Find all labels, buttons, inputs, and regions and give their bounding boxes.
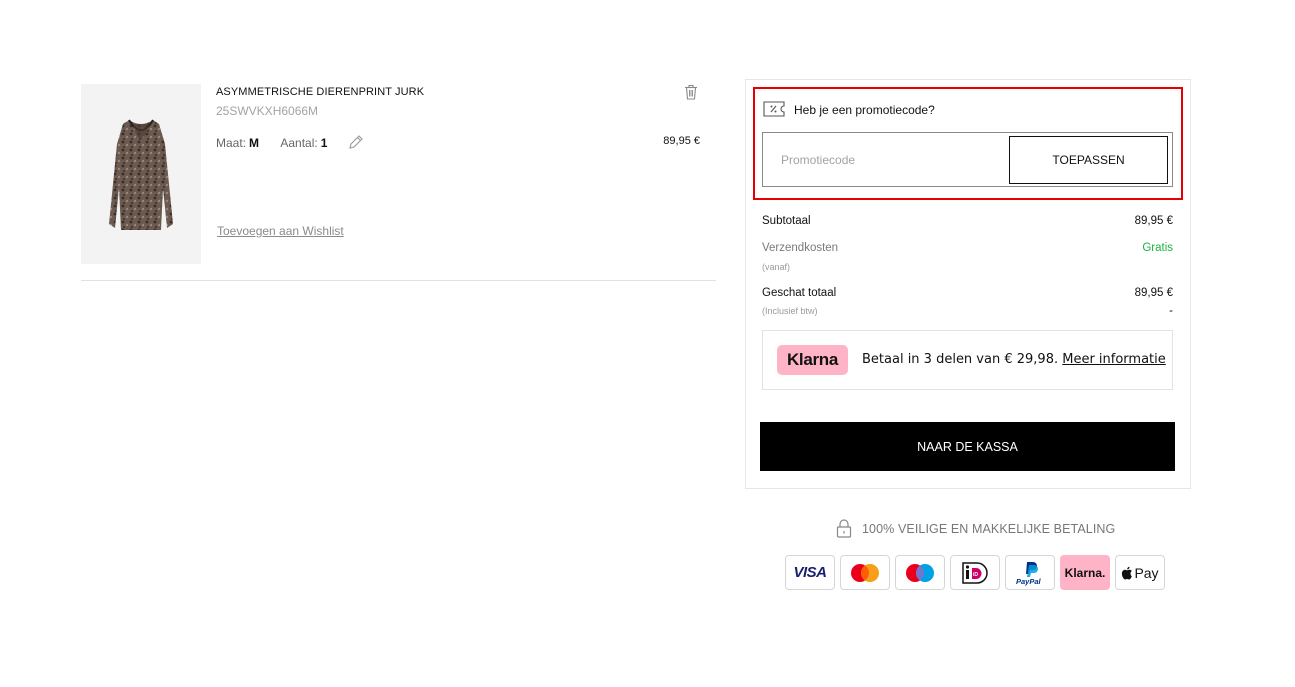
edit-icon[interactable] — [347, 133, 365, 151]
klarna-installment-text: Betaal in 3 delen van € 29,98. — [862, 352, 1063, 367]
add-to-wishlist-link[interactable]: Toevoegen aan Wishlist — [217, 224, 344, 238]
visa-label: VISA — [793, 564, 827, 581]
trash-icon[interactable] — [684, 84, 698, 100]
tax-value: - — [1169, 305, 1173, 317]
subtotal-label: Subtotaal — [762, 215, 811, 227]
apply-promo-button[interactable]: TOEPASSEN — [1009, 136, 1168, 184]
paypal-icon: PayPal — [1005, 555, 1055, 590]
checkout-button[interactable]: NAAR DE KASSA — [760, 422, 1175, 471]
shipping-value: Gratis — [1142, 242, 1173, 254]
klarna-more-info-link[interactable]: Meer informatie — [1062, 352, 1166, 367]
product-sku: 25SWVKXH6066M — [216, 104, 319, 118]
svg-text:iD: iD — [973, 572, 978, 578]
payment-methods: VISA iD PayPal Klarna. Pay — [785, 555, 1165, 590]
size-value: M — [249, 136, 260, 150]
secure-payment-text: 100% VEILIGE EN MAKKELIJKE BETALING — [862, 522, 1116, 536]
klarna-payment-label: Klarna. — [1064, 565, 1106, 580]
maestro-icon — [895, 555, 945, 590]
klarna-logo: Klarna — [777, 345, 848, 375]
total-value: 89,95 € — [1134, 287, 1173, 299]
ideal-icon: iD — [950, 555, 1000, 590]
klarna-text: Betaal in 3 delen van € 29,98. Meer info… — [862, 352, 1166, 367]
promo-code-input[interactable] — [763, 133, 1007, 186]
shipping-label: Verzendkosten — [762, 242, 839, 254]
product-attributes: Maat: M Aantal: 1 — [216, 136, 327, 150]
total-label: Geschat totaal — [762, 287, 837, 299]
klarna-payment-icon: Klarna. — [1060, 555, 1110, 590]
quantity-label: Aantal: — [280, 136, 318, 150]
svg-text:PayPal: PayPal — [1016, 577, 1042, 586]
product-name[interactable]: ASYMMETRISCHE DIERENPRINT JURK — [216, 86, 424, 98]
promo-title: Heb je een promotiecode? — [794, 103, 935, 117]
visa-icon: VISA — [785, 555, 835, 590]
total-sublabel: (Inclusief btw) — [762, 306, 818, 316]
quantity-value: 1 — [320, 136, 328, 150]
mastercard-icon — [840, 555, 890, 590]
divider — [81, 280, 716, 281]
subtotal-value: 89,95 € — [1134, 215, 1173, 227]
lock-icon — [836, 518, 852, 538]
apple-pay-label: Pay — [1134, 564, 1159, 581]
apple-pay-icon: Pay — [1115, 555, 1165, 590]
shipping-sublabel: (vanaf) — [762, 262, 791, 272]
product-price: 89,95 € — [663, 135, 700, 147]
product-image[interactable] — [81, 84, 201, 264]
size-label: Maat: — [216, 136, 247, 150]
promo-ticket-icon — [763, 101, 785, 117]
